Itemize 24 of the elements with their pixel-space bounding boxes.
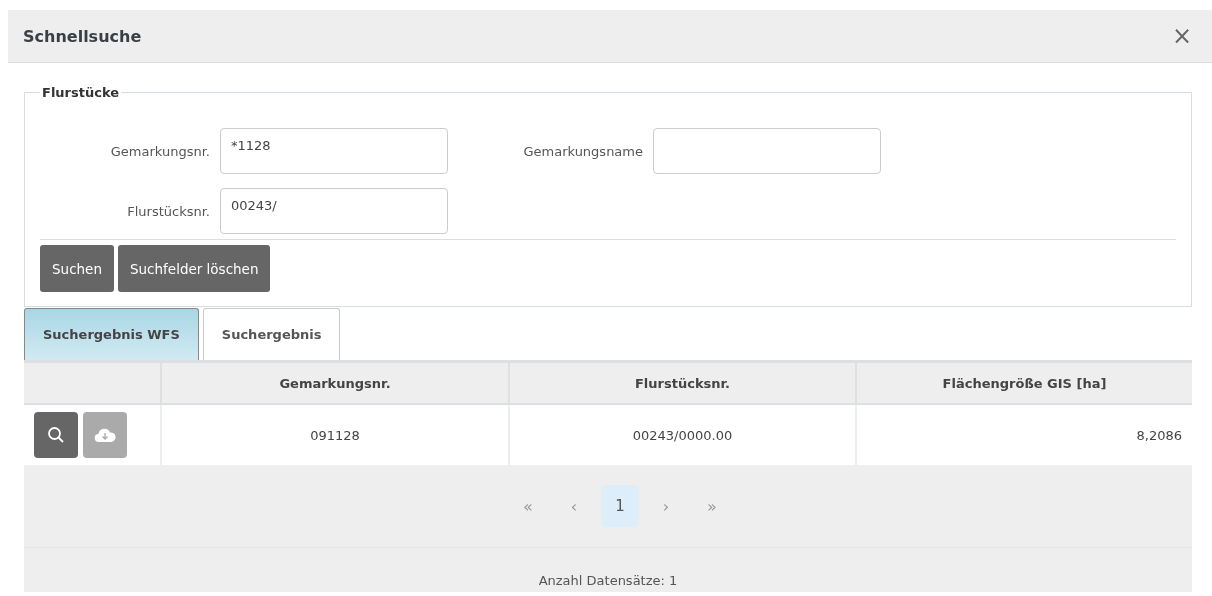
record-count: Anzahl Datensätze: 1: [538, 573, 678, 588]
search-button[interactable]: [34, 412, 78, 458]
field-label: Gemarkungsnr.: [109, 143, 211, 159]
fieldset-legend: Flurstücke: [40, 85, 122, 100]
header-cell: Gemarkungsnr.: [160, 363, 508, 405]
cloud-download-icon: [94, 427, 116, 443]
table-cell: 00243/0000.00: [508, 405, 855, 465]
input-field[interactable]: [653, 128, 881, 174]
tab[interactable]: Suchergebnis WFS: [24, 308, 199, 360]
action-button[interactable]: Suchfelder löschen: [117, 245, 271, 292]
tab[interactable]: Suchergebnis: [202, 308, 341, 360]
input-field[interactable]: 00243/: [220, 188, 448, 234]
close-button[interactable]: ×: [1167, 22, 1196, 50]
table-cell: 8,2086: [855, 405, 1192, 465]
search-icon: [47, 426, 65, 444]
page-button[interactable]: 1: [601, 485, 639, 527]
table-cell: 091128: [160, 405, 508, 465]
dialog-title: Schnellsuche: [23, 26, 142, 46]
input-field[interactable]: *1128: [220, 128, 448, 174]
header-cell: Flurstücksnr.: [508, 363, 855, 405]
header-cell: Flächengröße GIS [ha]: [855, 363, 1192, 405]
field-label: Gemarkungsname: [522, 143, 644, 159]
action-button[interactable]: Suchen: [40, 245, 114, 292]
field-label: Flurstücksnr.: [126, 203, 211, 219]
